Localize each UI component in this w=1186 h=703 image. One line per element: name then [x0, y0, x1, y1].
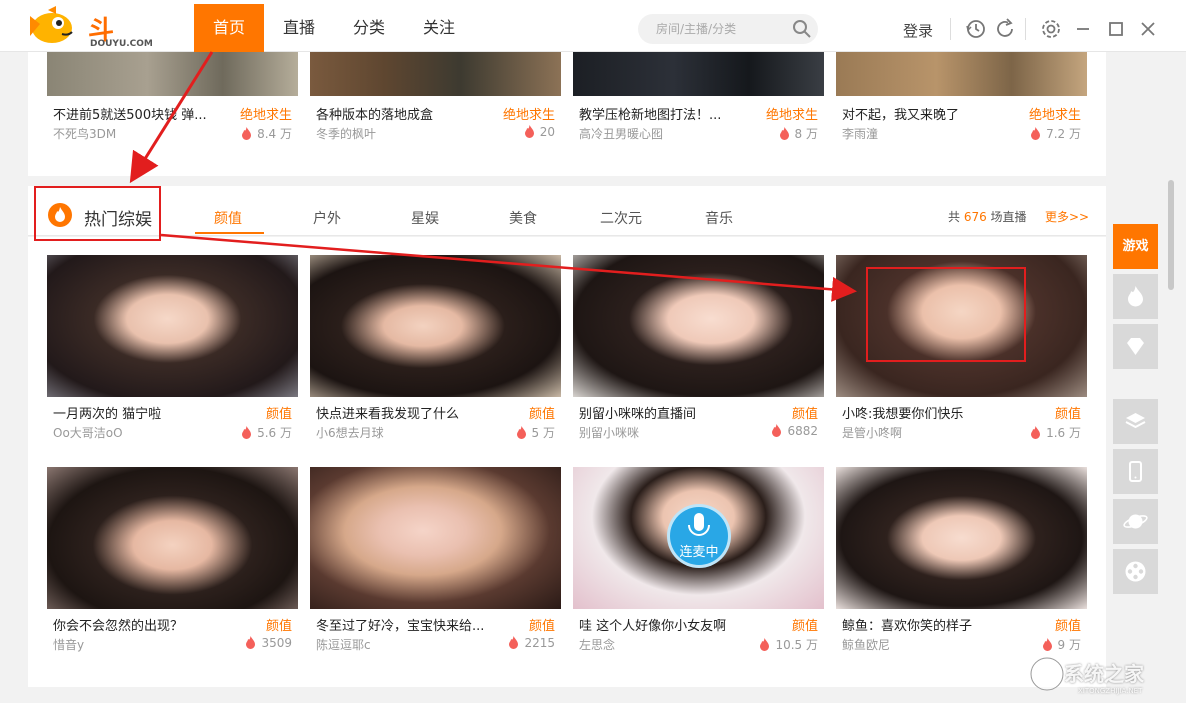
annotation-arrows: [129, 51, 857, 302]
arrow-to-section: [129, 51, 214, 184]
arrow-to-thumbnail: [160, 233, 857, 302]
watermark-subtext: XITONGZHIJIA.NET: [1078, 687, 1143, 695]
watermark-text: 系统之家: [1064, 662, 1144, 686]
